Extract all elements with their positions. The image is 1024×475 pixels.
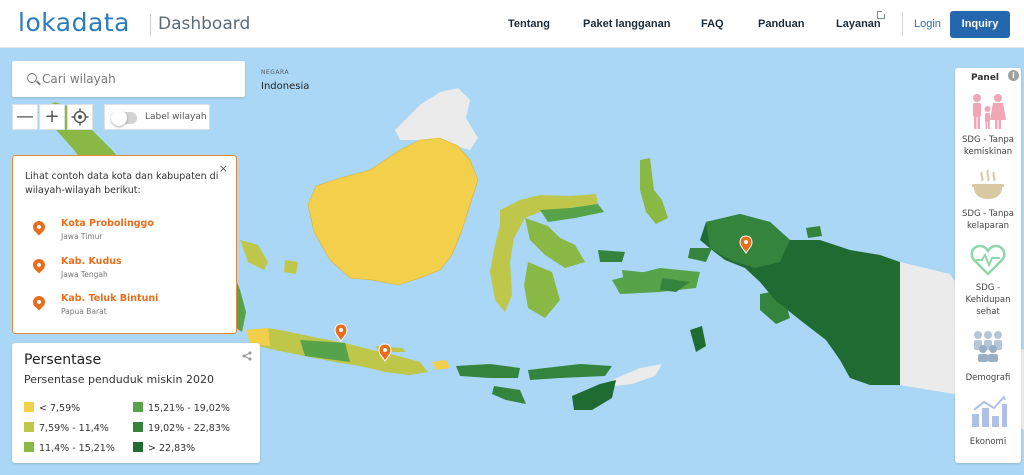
locate-button[interactable] (67, 104, 93, 130)
panel-item-label: Demografi (965, 373, 1011, 383)
header-divider (150, 14, 151, 36)
legend-item-label: > 22,83% (148, 443, 196, 454)
legend-item-6: > 22,83% (133, 442, 195, 454)
panel-title: Panel (970, 73, 1000, 83)
nav-layanan[interactable]: Layanan (836, 18, 881, 30)
search-input[interactable] (42, 70, 237, 88)
legend-item-label: < 7,59% (39, 403, 81, 414)
region-biak[interactable] (806, 226, 822, 238)
zoom-in-button[interactable]: + (39, 104, 65, 130)
panel-item-ekonomi[interactable]: Ekonomi (955, 394, 1021, 456)
share-icon[interactable] (242, 351, 252, 361)
legend-item-label: 15,21% - 19,02% (148, 403, 230, 414)
location-pin-icon (30, 293, 48, 311)
label-toggle-control: Label wilayah (104, 104, 210, 130)
location-pin-icon (30, 256, 48, 274)
region-level-label: NEGARA (261, 69, 290, 76)
family-icon (973, 94, 1006, 129)
example-province: Papua Barat (61, 307, 107, 316)
legend-item-2: 7,59% - 11,4% (24, 422, 109, 434)
example-name[interactable]: Kota Probolinggo (61, 218, 154, 229)
external-link-icon (877, 10, 886, 19)
nav-tentang[interactable]: Tentang (508, 18, 550, 30)
panel-item-label: SDG - Kehidupan sehat (965, 283, 1011, 317)
legend-item-5: 19,02% - 22,83% (133, 422, 230, 434)
panel-item-sdg-kehidupan-sehat[interactable]: SDG - Kehidupan sehat (955, 244, 1021, 324)
example-province: Jawa Timur (61, 232, 103, 241)
people-group-icon (974, 331, 1002, 362)
example-name[interactable]: Kab. Teluk Bintuni (61, 293, 158, 304)
search-icon (27, 73, 37, 83)
legend-item-4: 15,21% - 19,02% (133, 402, 230, 414)
toggle-knob (111, 110, 127, 126)
bar-chart-growth-icon (972, 395, 1007, 427)
legend-subtitle: Persentase penduduk miskin 2020 (24, 373, 214, 386)
panel-item-label: Ekonomi (969, 437, 1007, 447)
panel-item-sdg-tanpa-kelaparan[interactable]: SDG - Tanpa kelaparan (955, 168, 1021, 236)
page-title: Dashboard (158, 14, 251, 34)
lokadata-logo[interactable]: lokadata (18, 8, 130, 37)
panel-item-label: SDG - Tanpa kemiskinan (962, 135, 1014, 157)
legend-item-label: 19,02% - 22,83% (148, 423, 230, 434)
legend-swatch (24, 402, 34, 412)
login-link[interactable]: Login (914, 18, 941, 30)
legend-title: Persentase (24, 352, 102, 368)
nav-faq[interactable]: FAQ (701, 18, 724, 30)
top-header: lokadata Dashboard Tentang Paket langgan… (0, 0, 1024, 48)
legend-item-1: < 7,59% (24, 402, 80, 414)
legend-swatch (24, 422, 34, 432)
nav-panduan[interactable]: Panduan (758, 18, 804, 30)
legend-swatch (133, 422, 143, 432)
legend-swatch (133, 402, 143, 412)
legend-item-3: 11,4% - 15,21% (24, 442, 115, 454)
legend-swatch (133, 442, 143, 452)
label-wilayah-toggle[interactable] (111, 110, 137, 126)
legend-item-label: 11,4% - 15,21% (39, 443, 115, 454)
indicator-panel: Panel i SDG - Tanpa kemiskinan SDG - Tan (955, 68, 1021, 463)
map-legend: Persentase Persentase penduduk miskin 20… (12, 343, 260, 463)
panel-item-label: SDG - Tanpa kelaparan (962, 209, 1014, 231)
zoom-out-button[interactable]: — (12, 104, 38, 130)
toggle-label: Label wilayah (145, 112, 207, 122)
legend-swatch (24, 442, 34, 452)
example-intro-text: Lihat contoh data kota dan kabupaten di … (25, 171, 219, 196)
nav-paket-langganan[interactable]: Paket langganan (583, 18, 670, 30)
inquiry-button[interactable]: Inquiry (950, 11, 1010, 38)
example-name[interactable]: Kab. Kudus (61, 256, 122, 267)
example-province: Jawa Tengah (61, 270, 108, 279)
legend-item-label: 7,59% - 11,4% (39, 423, 109, 434)
region-banggai[interactable] (598, 250, 625, 262)
info-icon[interactable]: i (1008, 70, 1019, 81)
example-regions-popup: × Lihat contoh data kota dan kabupaten d… (12, 155, 237, 334)
search-box (12, 61, 245, 97)
location-pin-icon (30, 218, 48, 236)
crosshair-icon (71, 108, 89, 126)
nav-divider (902, 12, 903, 36)
heart-pulse-icon (970, 244, 1006, 276)
food-bowl-icon (972, 169, 1004, 199)
panel-item-demografi[interactable]: Demografi (955, 330, 1021, 390)
panel-item-sdg-tanpa-kemiskinan[interactable]: SDG - Tanpa kemiskinan (955, 90, 1021, 158)
region-name: Indonesia (261, 81, 310, 92)
region-belitung[interactable] (284, 260, 298, 274)
